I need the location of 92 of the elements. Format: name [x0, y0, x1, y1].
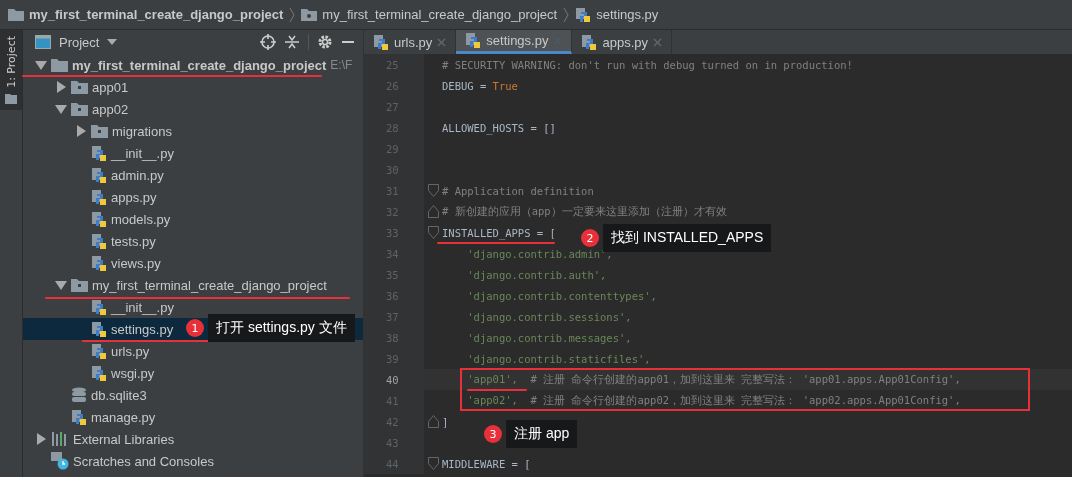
- tree-item[interactable]: manage.py: [91, 409, 156, 425]
- expanded-arrow-icon[interactable]: [35, 59, 47, 71]
- folder-icon: [51, 58, 68, 72]
- python-file-icon: [91, 364, 107, 382]
- project-path: E:\F: [330, 58, 353, 72]
- collapsed-arrow-icon[interactable]: [55, 81, 67, 93]
- breadcrumb-item[interactable]: settings.py: [575, 6, 659, 23]
- python-file-icon: [91, 166, 107, 184]
- python-file-icon: [91, 144, 107, 162]
- folder-icon: [71, 80, 88, 94]
- tree-item[interactable]: migrations: [112, 123, 172, 139]
- callout-label: 找到 INSTALLED_APPS: [603, 224, 772, 252]
- folder-icon: [301, 8, 318, 21]
- code-line: INSTALLED_APPS = [: [442, 226, 556, 239]
- code-line: 'django.contrib.messages',: [466, 331, 632, 344]
- python-file-icon: [465, 32, 482, 49]
- fold-marker-icon[interactable]: [427, 226, 439, 239]
- python-file-icon: [91, 188, 107, 206]
- code-line: 'django.contrib.sessions',: [466, 310, 632, 323]
- settings-icon[interactable]: [317, 34, 333, 50]
- code-line: 'app01', # 注册 命令行创建的app01，加到这里来 完整写法： 'app01.apps.App01Config',: [466, 372, 961, 387]
- tree-item[interactable]: models.py: [111, 211, 171, 227]
- tree-item[interactable]: urls.py: [111, 343, 150, 359]
- tree-item[interactable]: app01: [92, 79, 129, 95]
- code-line: DEBUG = True: [442, 79, 518, 92]
- annotation-underline: [467, 389, 527, 391]
- tree-item[interactable]: __init__.py: [111, 299, 174, 315]
- window-icon: [35, 35, 51, 49]
- panel-title[interactable]: Project: [59, 34, 100, 50]
- step-number-badge: 3: [484, 425, 502, 443]
- python-file-icon: [91, 298, 107, 316]
- python-file-icon: [91, 210, 107, 228]
- tree-item[interactable]: my_first_terminal_create_django_project: [92, 277, 327, 293]
- code-line: # SECURITY WARNING: don't run with debug turned on in production!: [442, 58, 853, 71]
- code-line: ]: [442, 415, 449, 428]
- fold-marker-icon[interactable]: [427, 415, 439, 428]
- python-file-icon: [91, 320, 107, 338]
- library-icon: [51, 431, 69, 447]
- expanded-arrow-icon[interactable]: [55, 103, 67, 115]
- callout-label: 打开 settings.py 文件: [208, 314, 355, 342]
- expanded-arrow-icon[interactable]: [55, 279, 67, 291]
- code-line: # Application definition: [442, 184, 594, 197]
- crosshair-icon[interactable]: [260, 34, 276, 50]
- folder-icon: [8, 8, 24, 21]
- python-file-icon: [373, 33, 389, 51]
- tree-item[interactable]: admin.py: [111, 167, 164, 183]
- database-icon: [71, 387, 87, 403]
- fold-marker-icon[interactable]: [427, 184, 439, 197]
- tree-item[interactable]: External Libraries: [73, 431, 175, 447]
- chevron-icon: [289, 6, 296, 23]
- tree-item[interactable]: tests.py: [111, 233, 156, 249]
- python-file-icon: [581, 33, 598, 51]
- folder-icon: [71, 102, 88, 116]
- folder-icon: [5, 93, 17, 104]
- chevron-icon: [563, 6, 570, 23]
- python-file-icon: [91, 254, 107, 272]
- python-file-icon: [575, 6, 592, 23]
- breadcrumb-item[interactable]: my_first_terminal_create_django_project: [8, 7, 284, 22]
- project-tool-tab[interactable]: 1: Project: [0, 30, 22, 110]
- tree-item[interactable]: apps.py: [111, 189, 157, 205]
- python-file-icon: [71, 408, 87, 426]
- tree-item[interactable]: wsgi.py: [111, 365, 155, 381]
- fold-marker-icon[interactable]: [427, 205, 439, 218]
- tree-item[interactable]: settings.py: [111, 321, 174, 337]
- tree-item[interactable]: views.py: [111, 255, 161, 271]
- fold-marker-icon[interactable]: [427, 457, 439, 470]
- code-line: ALLOWED_HOSTS = []: [442, 121, 556, 134]
- editor-tab[interactable]: settings.py: [456, 30, 573, 54]
- folder-icon: [71, 278, 88, 292]
- console-clock-icon: [51, 452, 69, 470]
- python-file-icon: [91, 342, 107, 360]
- tree-item[interactable]: my_first_terminal_create_django_project: [72, 57, 327, 73]
- callout-label: 注册 app: [506, 420, 578, 448]
- collapsed-arrow-icon[interactable]: [75, 125, 87, 137]
- caret-icon[interactable]: [107, 39, 118, 45]
- code-line: 'django.contrib.staticfiles',: [466, 352, 651, 365]
- code-line: 'django.contrib.contenttypes',: [466, 289, 657, 302]
- editor-tab[interactable]: apps.py: [572, 30, 672, 54]
- collapse-icon[interactable]: [284, 34, 300, 50]
- python-file-icon: [91, 232, 107, 250]
- code-line: MIDDLEWARE = [: [442, 457, 531, 470]
- tree-item[interactable]: app02: [92, 101, 129, 117]
- collapsed-arrow-icon[interactable]: [35, 433, 47, 445]
- step-number-badge: 2: [581, 229, 599, 247]
- code-line: 'django.contrib.auth',: [466, 268, 607, 281]
- code-line: 'app02', # 注册 命令行创建的app02，加到这里来 完整写法： 'app02.apps.App01Config',: [466, 393, 961, 408]
- tree-item[interactable]: __init__.py: [111, 145, 174, 161]
- tree-item[interactable]: Scratches and Consoles: [73, 453, 214, 469]
- folder-icon: [91, 124, 108, 138]
- tree-item[interactable]: db.sqlite3: [91, 387, 147, 403]
- breadcrumb-item[interactable]: my_first_terminal_create_django_project: [301, 7, 558, 22]
- line-number: 40: [386, 373, 399, 386]
